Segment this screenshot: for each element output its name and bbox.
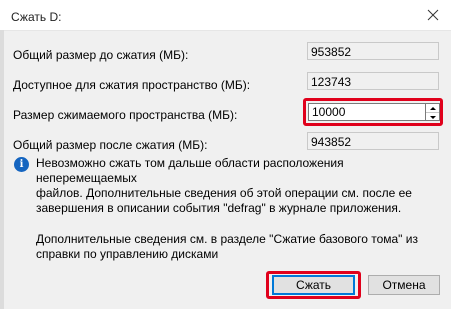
arrow-up-icon <box>429 106 436 110</box>
info-line: файлов. Дополнительные сведения об этой … <box>36 186 412 200</box>
shrink-amount-input[interactable] <box>308 103 426 121</box>
spin-up-button[interactable] <box>426 104 439 113</box>
shrink-amount-label: Размер сжимаемого пространства (МБ): <box>13 108 238 122</box>
info-line: завершения в описании события "defrag" в… <box>36 201 402 215</box>
shrink-button-highlight: Сжать <box>266 271 361 299</box>
arrow-down-icon <box>429 115 436 119</box>
title-bar: Сжать D: <box>0 0 451 31</box>
window-title: Сжать D: <box>11 10 62 24</box>
window-edge <box>0 30 4 309</box>
shrink-amount-spinner <box>426 103 440 121</box>
available-label: Доступное для сжатия пространство (МБ): <box>13 78 251 92</box>
info-message: Невозможно сжать том дальше области расп… <box>36 156 436 216</box>
cancel-button[interactable]: Отмена <box>368 275 440 295</box>
close-button[interactable] <box>415 0 451 30</box>
total-before-value: 953852 <box>307 42 439 60</box>
info-line: Невозможно сжать том дальше области расп… <box>36 156 344 185</box>
spin-down-button[interactable] <box>426 113 439 121</box>
shrink-button[interactable]: Сжать <box>272 275 355 295</box>
total-after-label: Общий размер после сжатия (МБ): <box>13 138 208 152</box>
shrink-amount-highlight <box>303 98 443 126</box>
total-after-value: 943852 <box>307 132 439 150</box>
available-value: 123743 <box>307 72 439 90</box>
more-info-text: Дополнительные сведения см. в разделе "С… <box>36 232 436 262</box>
close-icon <box>427 9 439 21</box>
more-info-line: справки по управлению дисками <box>36 247 219 261</box>
total-before-label: Общий размер до сжатия (МБ): <box>13 48 189 62</box>
info-icon: i <box>14 157 29 172</box>
more-info-line: Дополнительные сведения см. в разделе "С… <box>36 232 418 246</box>
